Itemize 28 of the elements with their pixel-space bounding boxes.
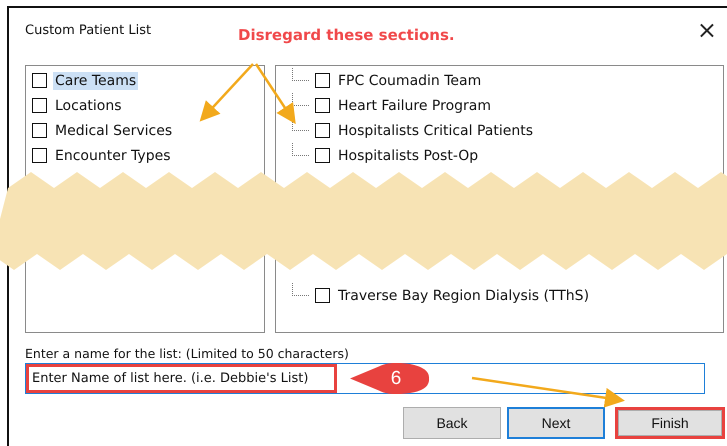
checkbox[interactable] [315,288,330,303]
checkbox[interactable] [32,123,47,138]
field-label: Enter a name for the list: (Limited to 50 characters) [25,346,350,361]
dialog-button[interactable]: Next [507,407,605,439]
list-item[interactable]: Locations [53,96,124,114]
arrow [254,63,296,124]
list-item[interactable]: Hospitalists Critical Patients [336,122,535,140]
dialog-button[interactable]: Finish [615,407,725,439]
annotation-heading: Disregard these sections. [238,26,455,44]
list-item[interactable]: Traverse Bay Region Dialysis (TThS) [336,286,592,304]
dialog-button[interactable]: Back [403,407,501,439]
list-item[interactable]: FPC Coumadin Team [336,72,484,90]
checkbox[interactable] [315,123,330,138]
list-item[interactable]: Care Teams [53,72,138,90]
step-callout-tooltip: 6 [350,363,430,394]
checkbox[interactable] [32,98,47,113]
list-item[interactable]: Encounter Types [53,146,172,164]
checkbox[interactable] [32,73,47,88]
list-item[interactable]: Medical Services [53,122,174,140]
checkbox[interactable] [315,98,330,113]
list-item[interactable]: Heart Failure Program [336,96,493,114]
window-title: Custom Patient List [25,23,152,38]
close-button[interactable]: × [694,18,719,42]
checkbox[interactable] [315,73,330,88]
list-item[interactable]: Hospitalists Post-Op [336,146,480,164]
arrow [200,63,254,122]
checkbox[interactable] [32,148,47,163]
checkbox[interactable] [315,148,330,163]
